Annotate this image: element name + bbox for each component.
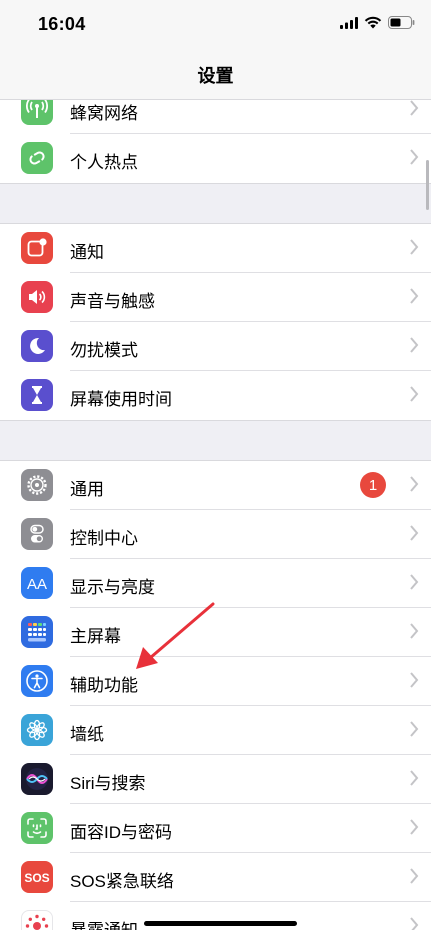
settings-row-label: 显示与亮度: [70, 578, 155, 597]
status-icons: [340, 16, 415, 29]
chevron-right-icon: [410, 476, 419, 492]
settings-row-label: 个人热点: [70, 153, 138, 172]
home-indicator[interactable]: [144, 921, 297, 926]
exposure-icon: [21, 910, 53, 930]
chevron-right-icon: [410, 574, 419, 590]
settings-row-label: Siri与搜索: [70, 774, 146, 793]
settings-row-display[interactable]: AA 显示与亮度: [0, 559, 431, 608]
sos-icon: SOS: [21, 861, 53, 893]
gear-icon: [21, 469, 53, 501]
settings-row-siri[interactable]: Siri与搜索: [0, 755, 431, 804]
chevron-right-icon: [410, 917, 419, 930]
settings-row-hotspot[interactable]: 个人热点: [0, 134, 431, 183]
settings-row-cellular[interactable]: 蜂窝网络: [0, 100, 431, 134]
chevron-right-icon: [410, 288, 419, 304]
settings-row-wallpaper[interactable]: 墙纸: [0, 706, 431, 755]
battery-icon: [388, 16, 415, 29]
svg-text:SOS: SOS: [24, 871, 49, 885]
chevron-right-icon: [410, 525, 419, 541]
settings-row-label: SOS紧急联络: [70, 872, 174, 891]
settings-row-label: 声音与触感: [70, 292, 155, 311]
settings-group-general: 通用 1 控制中心 AA 显示与亮度 主屏幕 辅助功能 墙纸 Siri与搜索 面…: [0, 460, 431, 930]
chevron-right-icon: [410, 100, 419, 116]
sound-icon: [21, 281, 53, 313]
chevron-right-icon: [410, 386, 419, 402]
settings-list[interactable]: 蜂窝网络 个人热点 通知 声音与触感 勿扰模式 屏幕使用时间 通用 1 控制中心…: [0, 100, 431, 930]
settings-row-emergency-sos[interactable]: SOS SOS紧急联络: [0, 853, 431, 902]
settings-row-label: 勿扰模式: [70, 341, 138, 360]
status-bar: 16:04: [0, 0, 431, 50]
chevron-right-icon: [410, 819, 419, 835]
chevron-right-icon: [410, 623, 419, 639]
display-icon: AA: [21, 567, 53, 599]
wifi-icon: [364, 16, 382, 29]
page-title: 设置: [197, 65, 234, 86]
toggles-icon: [21, 518, 53, 550]
settings-row-label: 主屏幕: [70, 627, 121, 646]
settings-group-notifications: 通知 声音与触感 勿扰模式 屏幕使用时间: [0, 223, 431, 421]
hourglass-icon: [21, 379, 53, 411]
settings-row-label: 通用: [70, 480, 104, 499]
settings-row-accessibility[interactable]: 辅助功能: [0, 657, 431, 706]
hotspot-icon: [21, 142, 53, 174]
notifications-icon: [21, 232, 53, 264]
settings-row-label: 通知: [70, 243, 104, 262]
wallpaper-icon: [21, 714, 53, 746]
chevron-right-icon: [410, 337, 419, 353]
svg-text:AA: AA: [27, 576, 47, 593]
chevron-right-icon: [410, 149, 419, 165]
settings-row-home-screen[interactable]: 主屏幕: [0, 608, 431, 657]
home-screen-icon: [21, 616, 53, 648]
moon-icon: [21, 330, 53, 362]
face-id-icon: [21, 812, 53, 844]
chevron-right-icon: [410, 868, 419, 884]
nav-bar: 设置: [0, 50, 431, 100]
scroll-indicator[interactable]: [426, 160, 429, 210]
settings-row-label: 屏幕使用时间: [70, 390, 172, 409]
signal-icon: [340, 16, 358, 29]
settings-row-label: 面容ID与密码: [70, 823, 172, 842]
chevron-right-icon: [410, 672, 419, 688]
notification-badge: 1: [360, 472, 386, 498]
settings-row-sounds[interactable]: 声音与触感: [0, 273, 431, 322]
settings-row-general[interactable]: 通用 1: [0, 461, 431, 510]
settings-row-screen-time[interactable]: 屏幕使用时间: [0, 371, 431, 420]
settings-row-label: 辅助功能: [70, 676, 138, 695]
chevron-right-icon: [410, 721, 419, 737]
settings-row-do-not-disturb[interactable]: 勿扰模式: [0, 322, 431, 371]
settings-group-network: 蜂窝网络 个人热点: [0, 100, 431, 184]
cellular-icon: [21, 100, 53, 125]
settings-row-label: 墙纸: [70, 725, 104, 744]
chevron-right-icon: [410, 239, 419, 255]
status-time: 16:04: [38, 14, 86, 34]
settings-row-control-center[interactable]: 控制中心: [0, 510, 431, 559]
chevron-right-icon: [410, 770, 419, 786]
settings-row-notifications[interactable]: 通知: [0, 224, 431, 273]
settings-list-inner: 蜂窝网络 个人热点 通知 声音与触感 勿扰模式 屏幕使用时间 通用 1 控制中心…: [0, 100, 431, 930]
settings-row-label: 蜂窝网络: [70, 104, 138, 123]
settings-row-label: 暴露通知: [70, 916, 138, 930]
siri-icon: [21, 763, 53, 795]
settings-row-face-id[interactable]: 面容ID与密码: [0, 804, 431, 853]
accessibility-icon: [21, 665, 53, 697]
settings-row-label: 控制中心: [70, 529, 138, 548]
